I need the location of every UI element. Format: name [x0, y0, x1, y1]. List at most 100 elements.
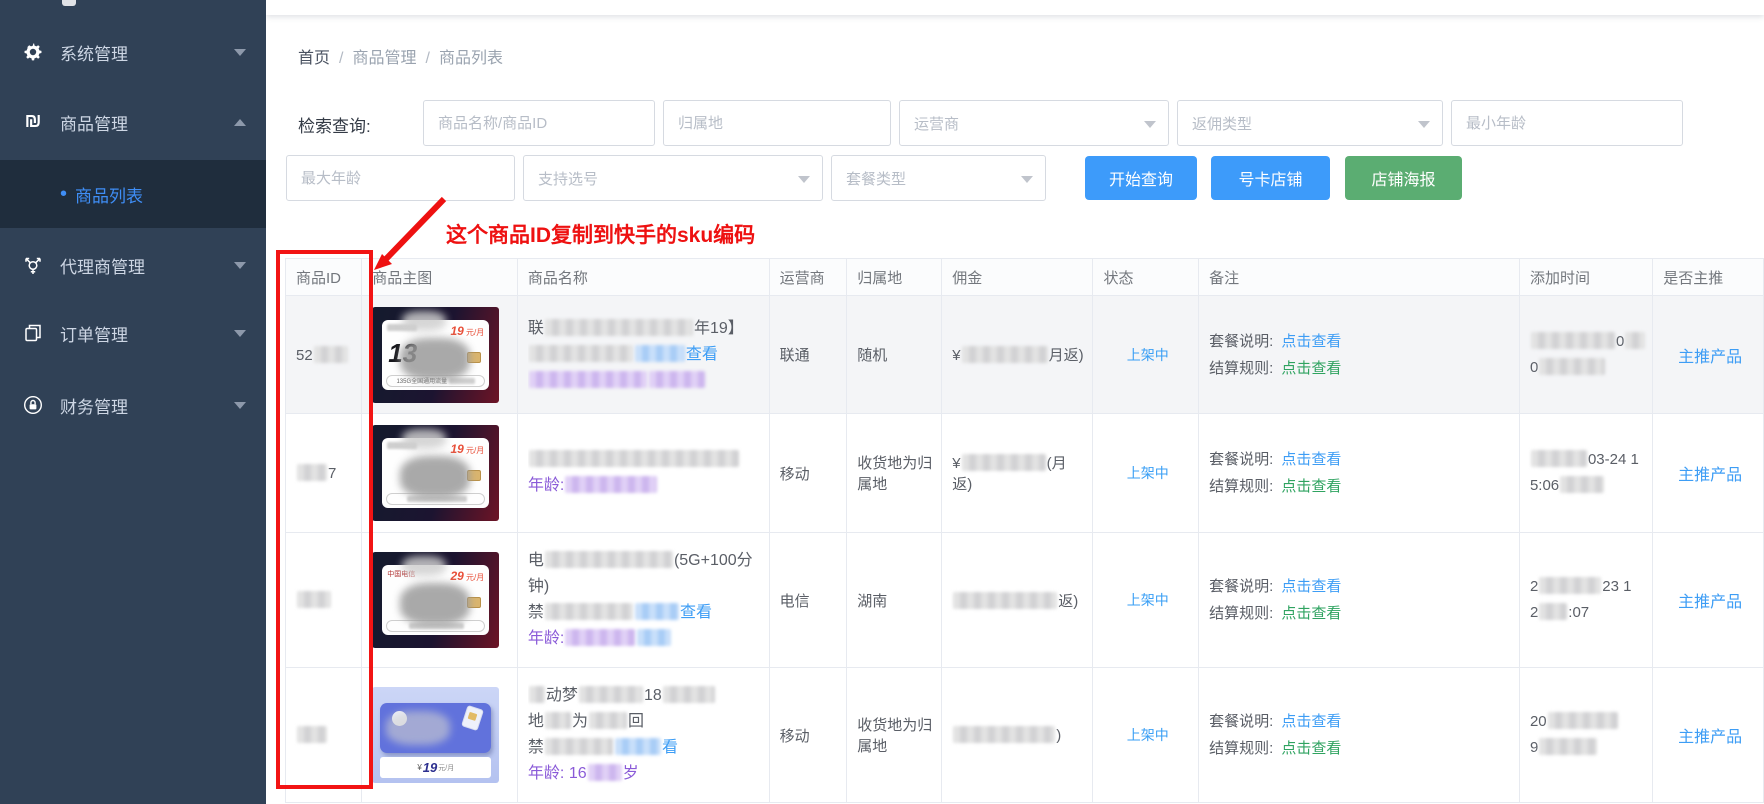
cell-region: 随机: [846, 295, 943, 414]
status-link[interactable]: 上架中: [1127, 347, 1169, 363]
cell-main-push: 主推产品: [1652, 667, 1764, 803]
cell-added-time: 00: [1518, 295, 1654, 414]
table-row[interactable]: 中国电信 29 元/月 电 (5G+100分 钟) 禁 查看 年龄: 电信 湖南 返) 上架中 套餐说明…: [284, 532, 1764, 668]
remark-label: 结算规则:: [1209, 478, 1274, 495]
main-product-link[interactable]: 主推产品: [1678, 467, 1742, 484]
status-link[interactable]: 上架中: [1127, 465, 1169, 481]
card-shop-button[interactable]: 号卡店铺: [1211, 156, 1330, 200]
remark-label: 结算规则:: [1209, 740, 1274, 757]
censored-blur: [386, 711, 451, 745]
inline-link[interactable]: 查看: [686, 346, 718, 363]
text-fragment: 5:06: [1529, 477, 1560, 494]
censored-blur: [1560, 476, 1605, 493]
main-product-link[interactable]: 主推产品: [1678, 729, 1742, 746]
product-image[interactable]: 19 元/月13135G全国通用流量: [372, 306, 500, 403]
remark-label: 结算规则:: [1209, 605, 1274, 622]
view-details-link[interactable]: 点击查看: [1281, 578, 1341, 595]
cell-product-image: 19 元/月13135G全国通用流量: [361, 295, 518, 414]
sidebar-item-gear[interactable]: 系统管理: [0, 24, 266, 80]
inline-link[interactable]: 看: [662, 739, 678, 756]
main-product-link[interactable]: 主推产品: [1678, 349, 1742, 366]
breadcrumb-item[interactable]: 首页: [298, 50, 330, 67]
text-fragment: 年龄:: [527, 630, 565, 647]
number-pick-select[interactable]: 支持选号: [523, 155, 823, 201]
rebate-type-select[interactable]: 返佣类型: [1177, 100, 1443, 146]
column-header: 商品名称: [516, 258, 770, 296]
text-fragment: 年19】: [693, 319, 744, 337]
censored-blur: [297, 591, 331, 608]
sidebar-item-order[interactable]: 订单管理: [0, 305, 266, 361]
censored-blur: [637, 629, 672, 646]
column-header: 商品主图: [361, 258, 518, 296]
sidebar-subitem-product-list[interactable]: • 商品列表: [0, 160, 266, 228]
table-row[interactable]: 52 19 元/月13135G全国通用流量 联 年19】查看 联通随机 ¥ 月返) 上架中 套餐…: [284, 295, 1764, 414]
text-fragment: ¥: [952, 455, 961, 472]
text-fragment: 23 1: [1602, 578, 1632, 595]
text-fragment: 7: [328, 465, 337, 482]
chevron-down-icon: [798, 176, 810, 183]
cell-region: 收货地为归属地: [846, 413, 943, 533]
cell-commission: ¥ 月返): [941, 295, 1094, 414]
sidebar-item-product[interactable]: ₪ 商品管理: [0, 94, 266, 150]
product-image[interactable]: 19 元/月: [372, 425, 500, 521]
censored-blur: [528, 686, 545, 703]
product-name-input-field[interactable]: [424, 101, 654, 145]
text-fragment: 9: [1529, 739, 1539, 756]
censored-blur: [961, 454, 1046, 471]
query-button[interactable]: 开始查询: [1085, 156, 1197, 200]
text-fragment: 年龄: 16: [527, 765, 587, 782]
censored-blur: [528, 344, 633, 362]
inline-link[interactable]: 查看: [680, 604, 712, 621]
censored-blur: [297, 726, 327, 743]
censored-blur: [578, 686, 643, 703]
view-details-link[interactable]: 点击查看: [1281, 451, 1341, 468]
sidebar-nav: 系统管理 ₪ 商品管理 • 商品列表代理商管理订单管理财务管理: [0, 0, 266, 804]
sidebar-item-label: 代理商管理: [60, 257, 145, 277]
text-fragment: 动梦: [545, 687, 578, 704]
package-type-select[interactable]: 套餐类型: [831, 155, 1046, 201]
max-age-input-field[interactable]: [287, 156, 514, 200]
product-name-input[interactable]: [423, 100, 655, 146]
view-details-link[interactable]: 点击查看: [1281, 740, 1341, 757]
chevron-down-icon: [234, 48, 246, 56]
active-bullet-icon: •: [60, 183, 68, 205]
status-link[interactable]: 上架中: [1127, 592, 1169, 608]
view-details-link[interactable]: 点击查看: [1281, 360, 1341, 377]
card-price-text: 19 元/月: [450, 442, 485, 456]
column-header: 佣金: [941, 258, 1094, 296]
censored-blur: [1539, 577, 1602, 594]
carrier-select[interactable]: 运营商: [899, 100, 1169, 146]
view-details-link[interactable]: 点击查看: [1281, 333, 1341, 350]
censored-blur: [544, 318, 693, 336]
cell-region: 湖南: [846, 532, 943, 668]
region-input-field[interactable]: [664, 101, 890, 145]
cell-product-id: [284, 532, 363, 668]
product-image[interactable]: 中国电信 29 元/月: [372, 552, 500, 648]
table-row[interactable]: ¥ 19 元/月 动梦 18 地 为 回禁 看年龄: 16 岁 移动 收货地为归属地) 上架中 套餐说明…: [284, 667, 1764, 803]
max-age-input[interactable]: [286, 155, 515, 201]
sidebar: 系统管理 ₪ 商品管理 • 商品列表代理商管理订单管理财务管理: [0, 0, 266, 804]
shop-poster-button[interactable]: 店铺海报: [1345, 156, 1462, 200]
main-product-link[interactable]: 主推产品: [1678, 594, 1742, 611]
search-query-label: 检索查询:: [298, 117, 371, 136]
min-age-input-field[interactable]: [1452, 101, 1682, 145]
cell-commission: 返): [941, 532, 1094, 668]
cell-main-push: 主推产品: [1652, 295, 1764, 414]
view-details-link[interactable]: 点击查看: [1281, 605, 1341, 622]
censored-blur: [402, 310, 447, 331]
view-details-link[interactable]: 点击查看: [1281, 478, 1341, 495]
table-row[interactable]: 7 19 元/月 年龄: 移动 收货地为归属地 ¥ (月返) 上架中 套餐说明: 点击查看 结算规则…: [284, 413, 1764, 533]
table-header-row: 商品ID 商品主图 商品名称 运营商 归属地 佣金 状态 备注 添加时间 是否主推: [284, 258, 1764, 296]
view-details-link[interactable]: 点击查看: [1281, 713, 1341, 730]
censored-blur: [634, 603, 679, 620]
censored-blur: [1539, 738, 1598, 755]
min-age-input[interactable]: [1451, 100, 1683, 146]
text-fragment: 地: [527, 713, 544, 730]
sidebar-item-finance[interactable]: 财务管理: [0, 377, 266, 433]
breadcrumb-item[interactable]: 商品管理: [352, 50, 416, 67]
product-image[interactable]: ¥ 19 元/月: [372, 687, 500, 783]
sidebar-item-agent[interactable]: 代理商管理: [0, 237, 266, 293]
status-link[interactable]: 上架中: [1127, 727, 1169, 743]
region-input[interactable]: [663, 100, 891, 146]
censored-blur: [565, 629, 636, 646]
